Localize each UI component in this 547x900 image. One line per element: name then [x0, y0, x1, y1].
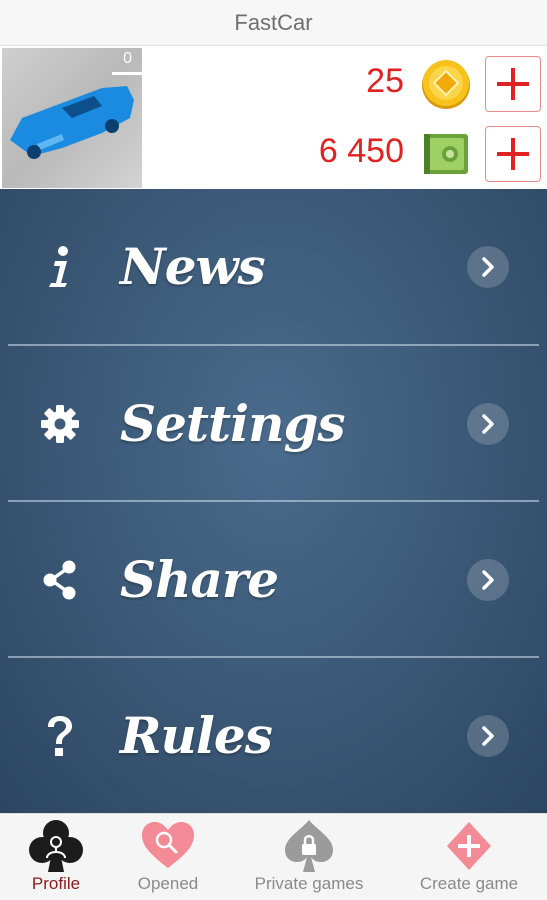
- nav-tab-private-games[interactable]: Private games: [240, 814, 378, 900]
- menu-item-label: News: [120, 237, 266, 296]
- share-icon: [36, 556, 84, 604]
- info-icon: [36, 243, 84, 291]
- menu-item-label: Share: [120, 550, 279, 609]
- add-cash-button[interactable]: [485, 126, 541, 182]
- chevron-right-icon: [467, 245, 509, 288]
- diamond-plus-icon: [447, 822, 491, 870]
- nav-label: Profile: [31, 874, 81, 893]
- nav-label: Create game: [419, 874, 519, 893]
- nav-tab-opened[interactable]: Opened: [112, 814, 224, 900]
- coins-value: 25: [366, 62, 404, 100]
- plus-icon: [497, 138, 529, 170]
- avatar[interactable]: 0: [2, 48, 142, 188]
- plus-icon: [497, 68, 529, 100]
- menu-item-news[interactable]: News: [0, 189, 547, 344]
- cash-row: 6 450: [147, 126, 547, 182]
- avatar-progress-bar: [112, 72, 142, 75]
- add-coins-button[interactable]: [485, 56, 541, 112]
- nav-tab-profile[interactable]: Profile: [0, 814, 112, 900]
- main-menu: News Settings Share Rules: [0, 189, 547, 813]
- heart-search-icon: [142, 822, 194, 868]
- chevron-right-icon: [467, 402, 509, 445]
- spade-lock-icon: [285, 820, 333, 872]
- nav-tab-create-game[interactable]: Create game: [405, 814, 533, 900]
- menu-item-label: Settings: [120, 394, 346, 453]
- nav-label: Private games: [254, 874, 364, 893]
- cash-value: 6 450: [318, 132, 404, 170]
- question-icon: [36, 712, 84, 760]
- club-profile-icon: [29, 820, 83, 872]
- bottom-navigation: Profile Opened Private games Create game: [0, 813, 547, 900]
- coins-row: 25: [147, 56, 547, 112]
- menu-item-settings[interactable]: Settings: [0, 346, 547, 501]
- gold-coin-icon: [422, 60, 470, 109]
- menu-item-rules[interactable]: Rules: [0, 658, 547, 813]
- chevron-right-icon: [467, 714, 509, 757]
- avatar-counter: 0: [123, 50, 132, 67]
- menu-item-share[interactable]: Share: [0, 502, 547, 657]
- profile-panel: 0 25 6 450: [0, 46, 547, 189]
- toy-car-image: [10, 86, 134, 159]
- nav-label: Opened: [137, 874, 199, 893]
- app-title-bar: FastCar: [0, 0, 547, 46]
- banknote-icon: [424, 134, 468, 174]
- gear-icon: [36, 400, 84, 448]
- app-title: FastCar: [234, 9, 313, 35]
- chevron-right-icon: [467, 558, 509, 601]
- menu-item-label: Rules: [120, 706, 273, 765]
